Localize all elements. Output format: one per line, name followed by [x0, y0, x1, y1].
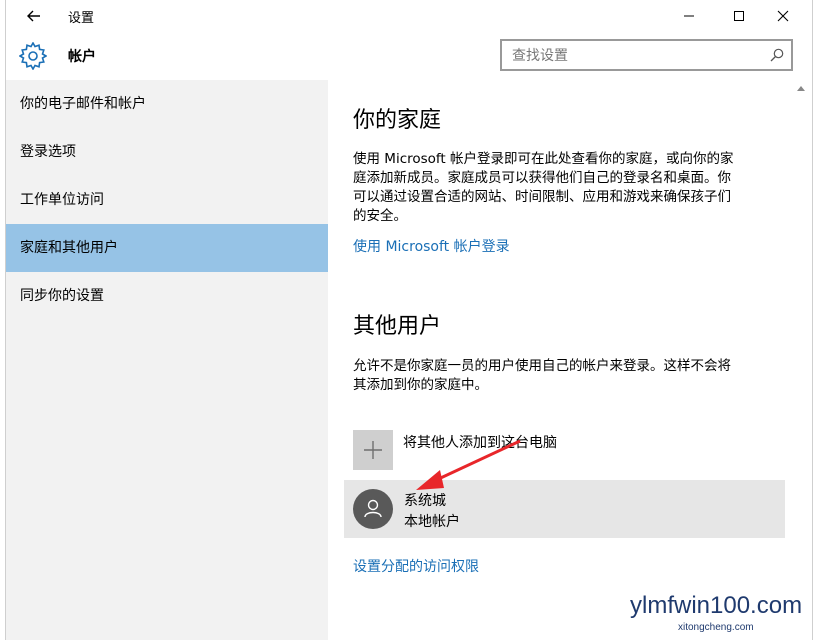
add-other-user-button[interactable]: 将其他人添加到这台电脑 [353, 430, 793, 470]
other-users-description-line: 其添加到你的家庭中。 [353, 377, 488, 393]
user-name: 系统城 [404, 493, 446, 509]
minimize-button[interactable] [666, 2, 712, 30]
sidebar-item-label: 同步你的设置 [20, 288, 104, 304]
settings-window: 设置 帐户 查找设置 你的电子邮件和帐户 登录选项 工作单位访问 家庭和其他用户… [5, 0, 813, 640]
search-icon[interactable] [769, 47, 785, 63]
sidebar-item-label: 你的电子邮件和帐户 [20, 96, 146, 112]
add-tile [353, 430, 393, 470]
sidebar-item-email-accounts[interactable]: 你的电子邮件和帐户 [6, 80, 328, 128]
family-description-line: 可以通过设置合适的网站、时间限制、应用和游戏来确保孩子们 [353, 189, 731, 205]
assigned-access-link[interactable]: 设置分配的访问权限 [353, 556, 479, 576]
user-account-type: 本地帐户 [404, 514, 460, 530]
family-description-line: 的安全。 [353, 208, 407, 224]
page-header: 帐户 [6, 32, 812, 80]
close-button[interactable] [760, 2, 806, 30]
sidebar-item-signin-options[interactable]: 登录选项 [6, 128, 328, 176]
family-description: 使用 Microsoft 帐户登录即可在此处查看你的家庭，或向你的家 庭添加新成… [353, 150, 783, 226]
main-content: 你的家庭 使用 Microsoft 帐户登录即可在此处查看你的家庭，或向你的家 … [328, 80, 808, 640]
minimize-icon [684, 15, 694, 17]
sidebar-item-sync-settings[interactable]: 同步你的设置 [6, 272, 328, 320]
back-arrow-icon [27, 10, 40, 22]
maximize-button[interactable] [716, 2, 762, 30]
title-bar: 设置 [6, 0, 812, 32]
other-users-description: 允许不是你家庭一员的用户使用自己的帐户来登录。这样不会将 其添加到你的家庭中。 [353, 357, 783, 395]
signin-microsoft-link[interactable]: 使用 Microsoft 帐户登录 [353, 236, 510, 256]
sidebar-item-label: 家庭和其他用户 [20, 240, 118, 256]
user-account-item[interactable]: 系统城 本地帐户 [344, 480, 785, 538]
sidebar: 你的电子邮件和帐户 登录选项 工作单位访问 家庭和其他用户 同步你的设置 [6, 80, 328, 640]
close-icon [777, 10, 789, 22]
avatar [353, 489, 393, 529]
plus-icon [364, 441, 382, 459]
sidebar-item-label: 工作单位访问 [20, 192, 104, 208]
family-description-line: 庭添加新成员。家庭成员可以获得他们自己的登录名和桌面。你 [353, 170, 731, 186]
window-title: 设置 [68, 11, 95, 26]
other-users-description-line: 允许不是你家庭一员的用户使用自己的帐户来登录。这样不会将 [353, 358, 731, 374]
back-button[interactable] [16, 4, 52, 28]
search-input[interactable] [510, 44, 764, 68]
add-other-user-label: 将其他人添加到这台电脑 [403, 435, 557, 451]
sidebar-item-work-access[interactable]: 工作单位访问 [6, 176, 328, 224]
user-icon [364, 499, 382, 518]
search-box[interactable] [500, 39, 793, 71]
scroll-up-arrow-icon[interactable] [796, 84, 806, 92]
maximize-icon [734, 11, 744, 21]
page-title: 帐户 [68, 49, 96, 65]
family-description-line: 使用 Microsoft 帐户登录即可在此处查看你的家庭，或向你的家 [353, 151, 734, 167]
sidebar-item-label: 登录选项 [20, 144, 76, 160]
family-heading: 你的家庭 [353, 108, 442, 133]
gear-icon [19, 42, 47, 70]
sidebar-item-family-other-users[interactable]: 家庭和其他用户 [6, 224, 328, 272]
other-users-heading: 其他用户 [353, 314, 442, 339]
